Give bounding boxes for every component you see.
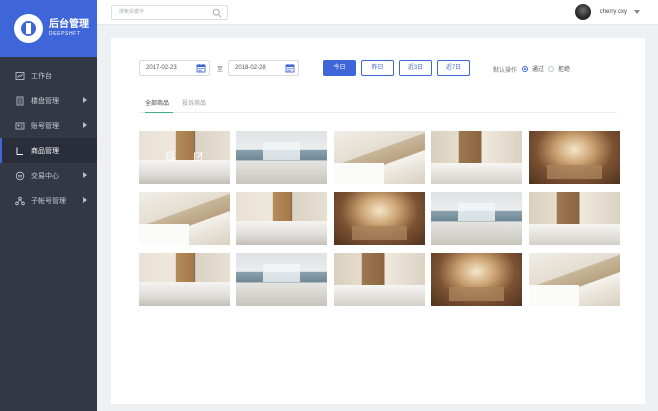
radio-reject[interactable]: 拒绝 <box>548 64 570 73</box>
tab-complaint-products[interactable]: 投诉商品 <box>182 99 210 113</box>
sidebar-item-trade[interactable]: 交易中心 <box>0 163 97 188</box>
product-image[interactable] <box>236 131 327 184</box>
sidebar-menu: 工作台楼盘管理账号管理商品管理交易中心子帐号管理 <box>0 63 97 213</box>
user-menu[interactable]: cherry cxy <box>574 4 640 20</box>
product-image[interactable] <box>334 253 425 306</box>
product-image[interactable] <box>139 253 230 306</box>
sidebar-item-label: 交易中心 <box>31 172 59 180</box>
chevron-right-icon <box>83 197 87 203</box>
sidebar-item-label: 子帐号管理 <box>31 197 66 205</box>
today-button[interactable]: 今日 <box>323 60 356 76</box>
logo-subtitle: DEEPSHFT <box>49 31 81 37</box>
sidebar-item-label: 楼盘管理 <box>31 97 59 105</box>
product-image[interactable] <box>334 192 425 245</box>
product-image[interactable] <box>529 192 620 245</box>
end-date-field[interactable]: 2018-02-28 <box>228 60 299 76</box>
sidebar-item-building[interactable]: 楼盘管理 <box>0 88 97 113</box>
product-grid <box>139 131 620 306</box>
trade-icon <box>15 171 25 181</box>
start-date-value: 2017-02-23 <box>146 65 177 71</box>
chevron-right-icon <box>83 172 87 178</box>
building-icon <box>15 96 25 106</box>
logo-icon <box>14 14 43 43</box>
search-icon[interactable] <box>212 8 222 18</box>
user-name: cherry cxy <box>599 9 627 15</box>
top-bar: 搜索关键字 cherry cxy <box>97 0 658 25</box>
chevron-down-icon[interactable] <box>634 10 640 14</box>
sidebar: 后台管理 DEEPSHFT 工作台楼盘管理账号管理商品管理交易中心子帐号管理 <box>0 0 97 411</box>
last-7-days-button[interactable]: 近7日 <box>437 60 470 76</box>
product-image[interactable] <box>236 192 327 245</box>
sidebar-item-label: 商品管理 <box>31 147 59 155</box>
product-image[interactable] <box>431 192 522 245</box>
calendar-icon[interactable] <box>196 63 206 73</box>
logo-title: 后台管理 <box>49 19 89 30</box>
avatar[interactable] <box>574 4 591 20</box>
product-image[interactable] <box>139 131 230 184</box>
chevron-right-icon <box>83 97 87 103</box>
sidebar-item-account[interactable]: 账号管理 <box>0 113 97 138</box>
radio-reject-label: 拒绝 <box>558 67 571 73</box>
product-image[interactable] <box>334 131 425 184</box>
sidebar-item-sub-account[interactable]: 子帐号管理 <box>0 188 97 213</box>
account-icon <box>15 121 25 131</box>
tab-all-products[interactable]: 全部商品 <box>145 99 173 113</box>
product-image[interactable] <box>236 253 327 306</box>
sidebar-item-label: 工作台 <box>31 72 52 80</box>
content-card: 2017-02-23 至 2018-02-28 今日 昨日 近3日 近7日 默认… <box>111 38 645 404</box>
default-op-label: 默认操作 <box>493 68 518 74</box>
chevron-right-icon <box>83 122 87 128</box>
dashboard-icon <box>15 71 25 81</box>
product-image[interactable] <box>529 253 620 306</box>
last-3-days-button[interactable]: 近3日 <box>399 60 432 76</box>
document-icon[interactable] <box>165 151 176 162</box>
date-separator: 至 <box>217 67 224 73</box>
sub-account-icon <box>15 196 25 206</box>
end-date-value: 2018-02-28 <box>235 65 266 71</box>
radio-unchecked-icon[interactable] <box>548 65 554 72</box>
search-placeholder: 搜索关键字 <box>119 9 145 15</box>
product-image[interactable] <box>431 131 522 184</box>
sidebar-item-dashboard[interactable]: 工作台 <box>0 63 97 88</box>
radio-approve-label: 通过 <box>532 67 545 73</box>
product-icon <box>15 146 25 156</box>
radio-approve[interactable]: 通过 <box>522 64 544 73</box>
product-image[interactable] <box>139 192 230 245</box>
search-input[interactable]: 搜索关键字 <box>111 5 228 20</box>
start-date-field[interactable]: 2017-02-23 <box>139 60 210 76</box>
sidebar-item-product[interactable]: 商品管理 <box>0 138 97 163</box>
sidebar-item-label: 账号管理 <box>31 122 59 130</box>
product-image[interactable] <box>529 131 620 184</box>
radio-checked-icon[interactable] <box>522 65 528 72</box>
product-image[interactable] <box>431 253 522 306</box>
calendar-icon[interactable] <box>285 63 295 73</box>
edit-icon[interactable] <box>193 151 204 162</box>
logo: 后台管理 DEEPSHFT <box>0 0 97 57</box>
product-tabs: 全部商品 投诉商品 <box>139 99 617 113</box>
yesterday-button[interactable]: 昨日 <box>361 60 394 76</box>
